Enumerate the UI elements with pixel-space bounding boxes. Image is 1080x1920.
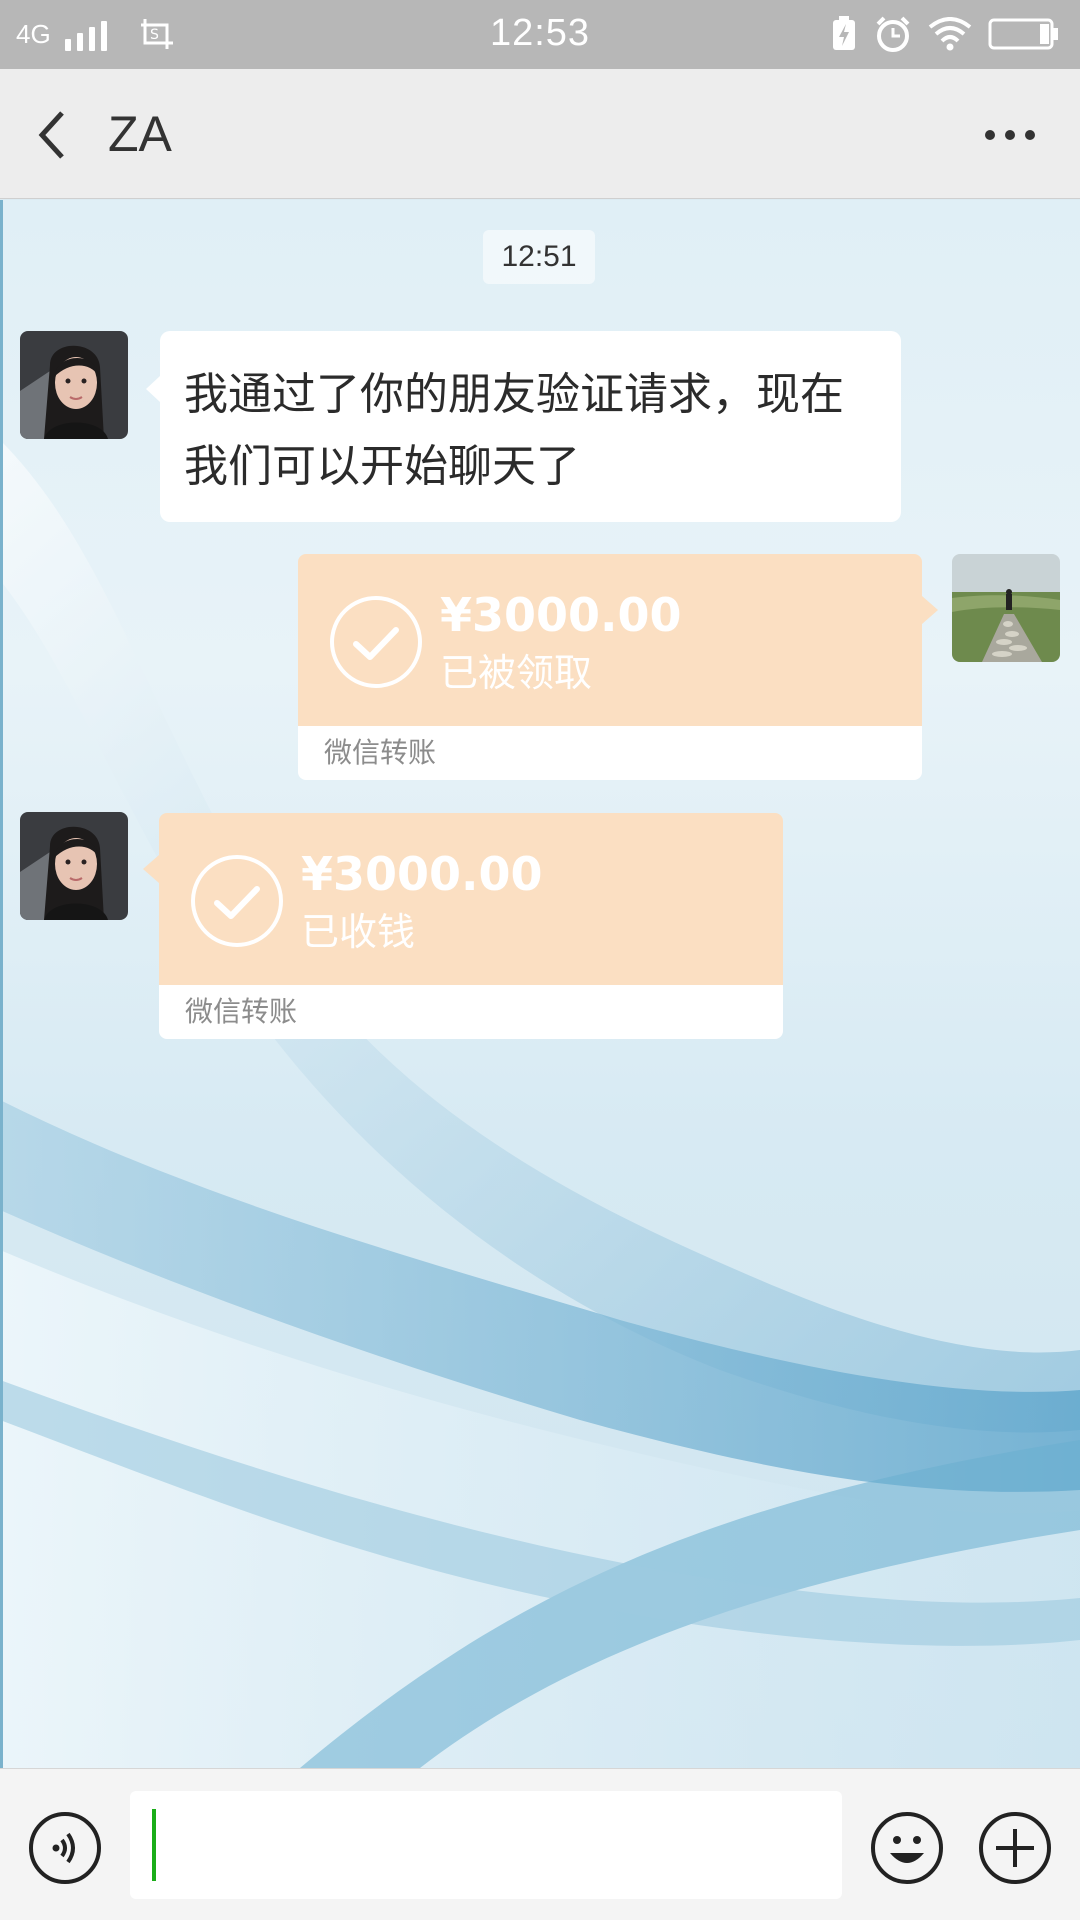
alarm-icon: [876, 16, 910, 52]
chevron-left-icon: [38, 111, 64, 159]
left-edge: [0, 200, 3, 1768]
transfer-amount: ¥3000.00: [440, 588, 682, 642]
my-avatar[interactable]: [952, 554, 1060, 662]
ellipsis-icon: [985, 130, 1035, 140]
transfer-card-top: ¥3000.00 已收钱: [159, 813, 783, 985]
battery-icon: [988, 18, 1058, 50]
contact-avatar[interactable]: [20, 812, 128, 920]
voice-button[interactable]: [28, 1811, 102, 1885]
status-bar: 4G S 12:53: [0, 0, 1080, 69]
status-right: [830, 14, 1060, 54]
plus-icon: [979, 1812, 1051, 1884]
transfer-footer-label: 微信转账: [159, 985, 783, 1039]
back-button[interactable]: [32, 107, 72, 163]
transfer-footer-label: 微信转账: [298, 726, 922, 780]
check-circle-icon: [330, 596, 422, 688]
message-timestamp: 12:51: [483, 230, 595, 284]
transfer-amount: ¥3000.00: [301, 847, 543, 901]
chat-header: ZA: [0, 69, 1080, 199]
input-bar: [0, 1768, 1080, 1920]
wifi-icon: [928, 17, 972, 51]
more-button[interactable]: [980, 123, 1040, 147]
contact-avatar[interactable]: [20, 331, 128, 439]
bubble-tail: [143, 855, 159, 883]
transfer-message-received[interactable]: ¥3000.00 已收钱 微信转账: [143, 813, 783, 1039]
transfer-card-top: ¥3000.00 已被领取: [298, 554, 922, 726]
chat-area[interactable]: 12:51 我通过了你的朋友验证请求，现在我们可以开始聊天了 ¥3000.00 …: [0, 200, 1080, 1768]
transfer-status: 已被领取: [440, 651, 593, 695]
voice-icon: [29, 1812, 101, 1884]
chat-title: ZA: [108, 106, 172, 162]
text-message-bubble[interactable]: 我通过了你的朋友验证请求，现在我们可以开始聊天了: [146, 331, 901, 522]
emoji-icon: [871, 1812, 943, 1884]
check-circle-icon: [191, 855, 283, 947]
transfer-message-sent[interactable]: ¥3000.00 已被领取 微信转账: [298, 554, 938, 780]
transfer-status: 已收钱: [301, 910, 416, 954]
bubble-tail: [922, 596, 938, 624]
message-input[interactable]: [130, 1791, 842, 1899]
emoji-button[interactable]: [870, 1811, 944, 1885]
more-functions-button[interactable]: [978, 1811, 1052, 1885]
text-cursor: [152, 1809, 156, 1881]
battery-saver-icon: [833, 16, 855, 50]
